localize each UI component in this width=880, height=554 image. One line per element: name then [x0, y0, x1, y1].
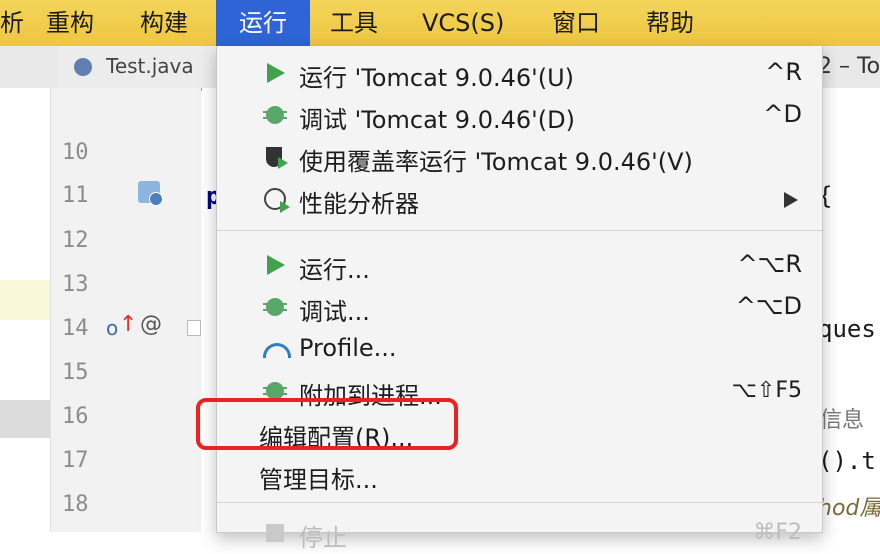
menu-item-profiler[interactable]: 性能分析器	[217, 178, 822, 220]
line-number: 16	[62, 404, 89, 429]
project-panel	[0, 88, 51, 532]
code-line-14-tail: ques	[818, 315, 876, 343]
fold-icon[interactable]	[187, 320, 201, 336]
menu-item-profile[interactable]: Profile...	[217, 328, 822, 370]
line-number: 18	[62, 492, 89, 517]
menu-help[interactable]: 帮助	[646, 0, 694, 46]
menu-item-debug-tomcat[interactable]: 调试 'Tomcat 9.0.46'(D) ^D	[217, 94, 822, 136]
menu-item-label: 运行...	[299, 256, 370, 284]
play-icon	[263, 253, 287, 277]
menu-separator	[217, 502, 822, 503]
line-number: 17	[62, 448, 89, 473]
code-line-18-tail: hod属	[818, 496, 880, 521]
menu-item-run-with-coverage[interactable]: 使用覆盖率运行 'Tomcat 9.0.46'(V)	[217, 136, 822, 178]
menu-item-label: 运行 'Tomcat 9.0.46'(U)	[299, 64, 575, 92]
menu-item-manage-targets[interactable]: 管理目标...	[217, 454, 822, 496]
menu-item-run-tomcat[interactable]: 运行 'Tomcat 9.0.46'(U) ^R	[217, 52, 822, 94]
line-number: 14	[62, 316, 89, 341]
menu-item-label: 性能分析器	[299, 190, 419, 218]
menu-item-label: 调试 'Tomcat 9.0.46'(D)	[299, 106, 575, 134]
shortcut-label: ^⌥R	[737, 250, 802, 278]
line-number: 15	[62, 360, 89, 385]
tab-label: Test.java	[106, 54, 194, 78]
menu-item-debug-ellipsis[interactable]: 调试... ^⌥D	[217, 286, 822, 328]
run-menu-dropdown: 运行 'Tomcat 9.0.46'(U) ^R 调试 'Tomcat 9.0.…	[216, 46, 823, 552]
implements-arrow-icon[interactable]: ↑	[119, 312, 137, 337]
menu-item-label: 停止	[299, 524, 347, 552]
menu-tools[interactable]: 工具	[330, 0, 378, 46]
override-marker-icon[interactable]: o	[106, 316, 118, 340]
code-line-16-comment: 信息	[820, 408, 865, 433]
tab-test-java[interactable]: Test.java	[58, 46, 216, 91]
code-line-17-tail: ().t	[818, 447, 876, 475]
annotation-marker: @	[140, 312, 162, 337]
menu-refactor[interactable]: 重构	[46, 0, 94, 46]
submenu-arrow-icon	[784, 192, 798, 208]
java-class-icon	[74, 58, 92, 76]
menu-item-label: Profile...	[299, 334, 397, 362]
menu-vcs[interactable]: VCS(S)	[422, 0, 504, 46]
stop-icon	[263, 521, 287, 545]
menu-window[interactable]: 窗口	[552, 0, 600, 46]
menu-separator	[217, 230, 822, 231]
menu-item-stop[interactable]: 停止 ⌘F2	[217, 512, 822, 554]
shortcut-label: ⌘F2	[753, 520, 802, 545]
menu-build[interactable]: 构建	[140, 0, 188, 46]
window-title-fragment: 2 – To	[818, 54, 880, 79]
line-number: 13	[62, 272, 89, 297]
menu-item-label: 管理目标...	[259, 466, 378, 494]
shortcut-label: ^R	[765, 58, 802, 86]
line-number: 11	[62, 183, 89, 208]
profile-gauge-icon	[263, 337, 291, 361]
project-row-selected[interactable]	[0, 400, 50, 438]
shortcut-label: ^⌥D	[735, 292, 802, 320]
debug-icon	[263, 295, 287, 319]
project-row-highlight[interactable]	[0, 280, 50, 320]
play-icon	[263, 61, 287, 85]
menu-analyze[interactable]: 析	[0, 0, 24, 46]
web-servlet-icon[interactable]	[138, 181, 163, 206]
line-number: 10	[62, 140, 89, 165]
menu-item-label: 使用覆盖率运行 'Tomcat 9.0.46'(V)	[299, 148, 693, 176]
menu-bar: 析 重构 构建 运行 工具 VCS(S) 窗口 帮助	[0, 0, 880, 47]
shortcut-label: ⌥⇧F5	[731, 378, 802, 403]
debug-icon	[263, 103, 287, 127]
coverage-icon	[263, 145, 288, 169]
line-number: 12	[62, 228, 89, 253]
shortcut-label: ^D	[763, 100, 802, 128]
profiler-icon	[263, 187, 290, 213]
menu-run[interactable]: 运行	[216, 0, 310, 46]
highlight-annotation-box	[196, 398, 458, 450]
menu-item-label: 调试...	[299, 298, 370, 326]
menu-item-run-ellipsis[interactable]: 运行... ^⌥R	[217, 244, 822, 286]
